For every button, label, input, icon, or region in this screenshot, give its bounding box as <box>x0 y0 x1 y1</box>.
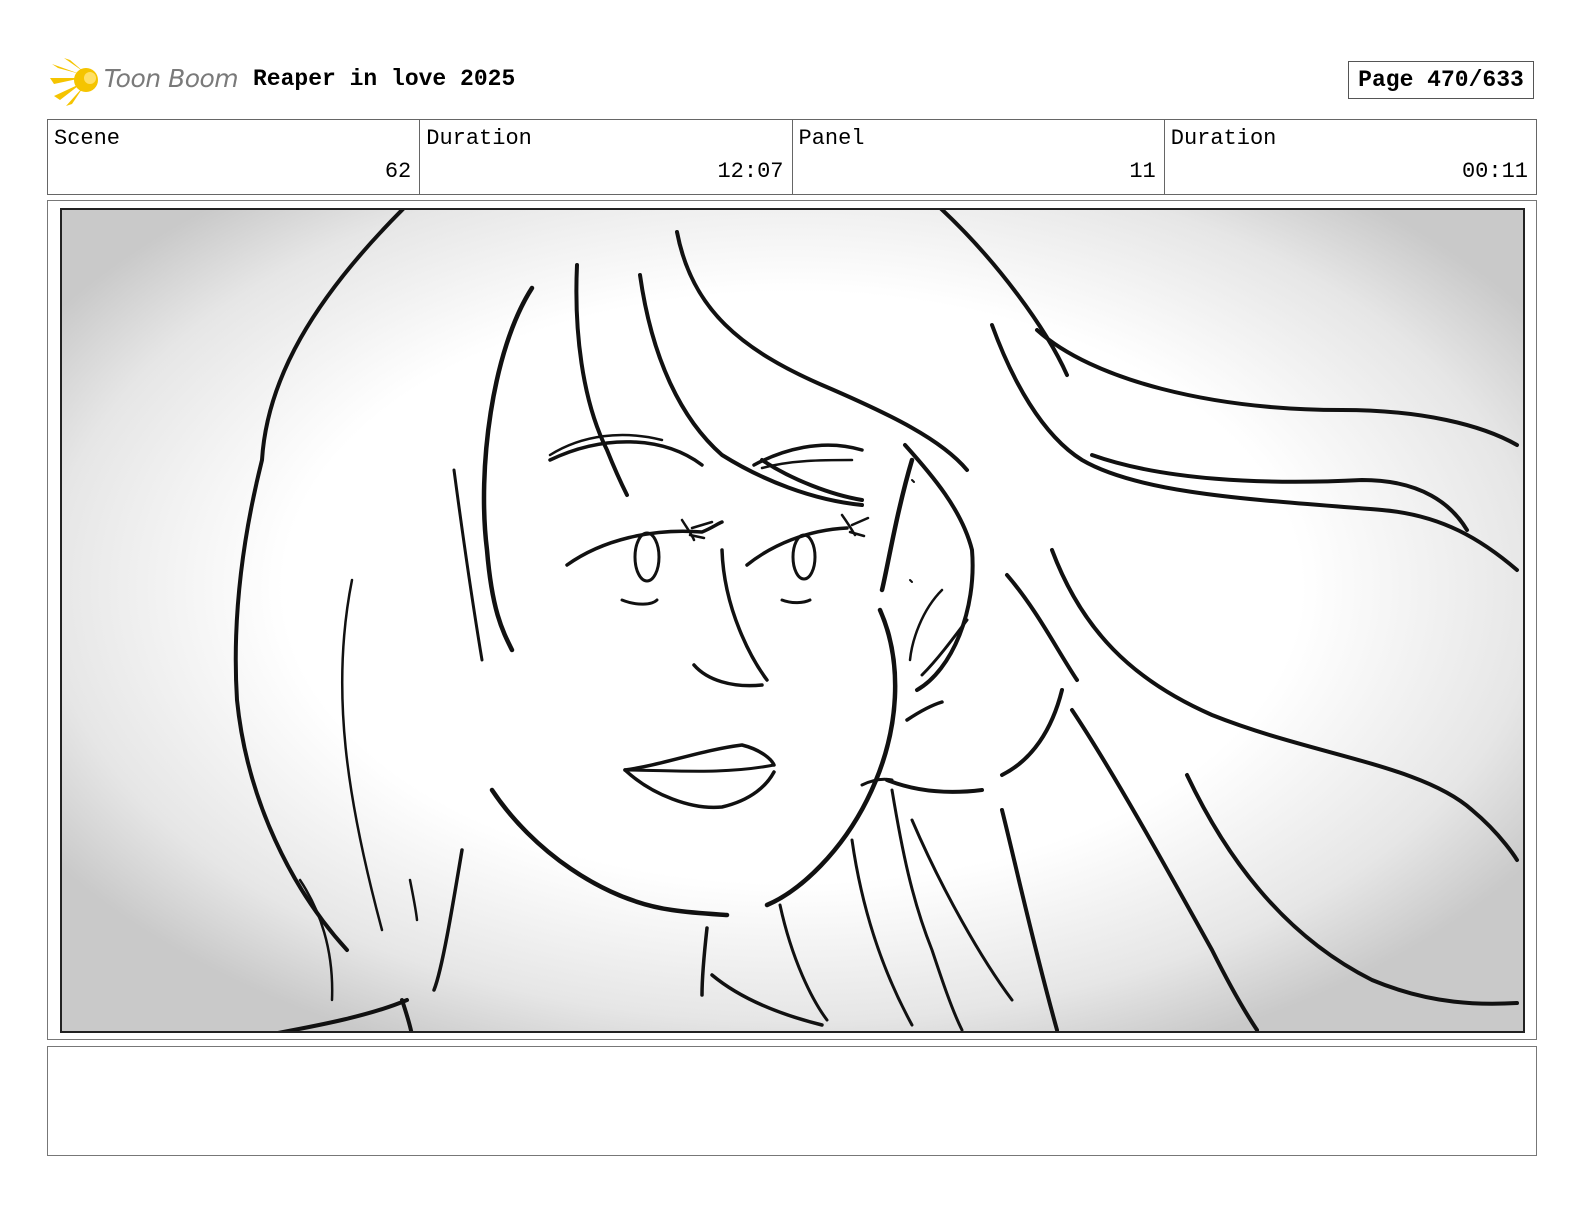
info-bar: Scene 62 Duration 12:07 Panel 11 Duratio… <box>47 119 1537 195</box>
toon-boom-logo: Toon Boom <box>50 56 240 106</box>
panel-duration-label: Duration <box>1170 126 1277 151</box>
page-indicator: Page 470/633 <box>1348 61 1534 99</box>
scene-duration-cell: Duration 12:07 <box>420 120 793 194</box>
panel-label: Panel <box>798 126 865 151</box>
scene-duration-value: 12:07 <box>717 159 784 184</box>
sketch-drawing <box>233 210 1519 1031</box>
scene-value: 62 <box>384 159 412 184</box>
scene-label: Scene <box>54 126 121 151</box>
panel-cell: Panel 11 <box>793 120 1165 194</box>
toon-boom-star-icon <box>50 58 98 106</box>
panel-image <box>60 208 1525 1033</box>
panel-duration-cell: Duration 00:11 <box>1165 120 1536 194</box>
notes-box <box>47 1046 1537 1156</box>
panel-frame <box>47 200 1537 1040</box>
scene-cell: Scene 62 <box>48 120 421 194</box>
panel-duration-value: 00:11 <box>1461 159 1528 184</box>
panel-value: 11 <box>1129 159 1156 184</box>
logo-text: Toon Boom <box>104 64 239 93</box>
project-title: Reaper in love 2025 <box>253 66 516 92</box>
scene-duration-label: Duration <box>426 126 532 151</box>
